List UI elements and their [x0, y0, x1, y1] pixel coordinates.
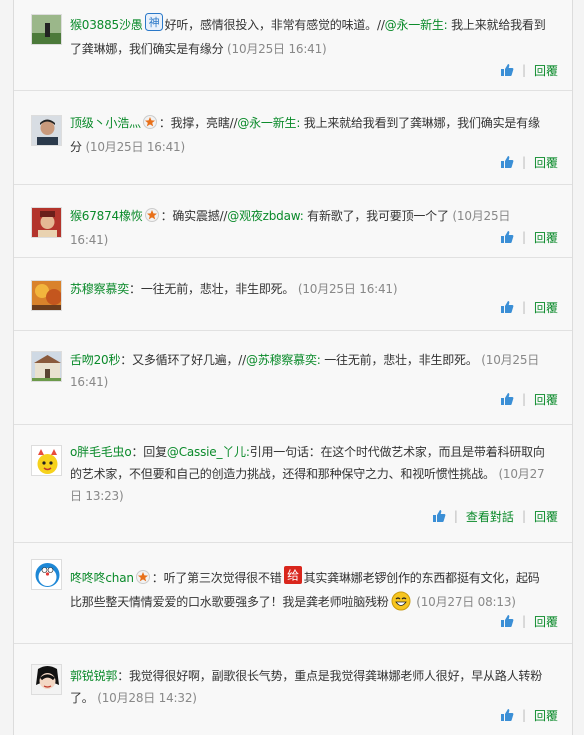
username-link[interactable]: 咚咚咚chan — [70, 571, 134, 585]
comment-text-quoted: 有新歌了，我可要顶一个了 — [303, 209, 449, 223]
avatar[interactable] — [31, 14, 62, 45]
give-badge-icon: 给 — [283, 566, 302, 591]
username-link[interactable]: 苏穆察慕奕 — [70, 282, 129, 296]
like-icon[interactable] — [500, 230, 514, 244]
timestamp: (10月27日 08:13) — [416, 595, 516, 609]
comment-text: 好听，感情很投入，非常有感觉的味道。// — [164, 18, 385, 32]
divider: | — [521, 230, 526, 244]
laugh-emoji-icon — [391, 591, 411, 618]
username-link[interactable]: 舌吻20秒 — [70, 353, 120, 367]
badge-text: 神 — [148, 15, 159, 29]
comment-body: 苏穆察慕奕：一往无前，悲壮，非生即死。 (10月25日 16:41) — [70, 278, 550, 300]
avatar[interactable] — [31, 664, 62, 695]
username-link[interactable]: 郭锐锐郭 — [70, 669, 117, 683]
divider: | — [521, 155, 526, 169]
comment-item: 猴67874橡恢 ：确实震撼//@观夜zbdaw: 有新歌了，我可要顶一个了 (1… — [14, 185, 572, 258]
comment-actions: | 回覆 — [500, 61, 558, 79]
reply-link[interactable]: 回覆 — [534, 508, 558, 525]
comment-actions: | 回覆 — [500, 228, 558, 246]
timestamp: (10月25日 16:41) — [297, 282, 398, 296]
reply-link[interactable]: 回覆 — [534, 391, 558, 408]
reply-link[interactable]: 回覆 — [534, 613, 558, 630]
avatar[interactable] — [31, 559, 62, 590]
avatar[interactable] — [31, 115, 62, 146]
timestamp: (10月28日 14:32) — [97, 691, 197, 705]
comment-item: o胖毛毛虫o：回复@Cassie_丫儿:引用一句话：在这个时代做艺术家，而且是带… — [14, 425, 572, 543]
reply-link[interactable]: 回覆 — [534, 154, 558, 171]
comment-body: o胖毛毛虫o：回复@Cassie_丫儿:引用一句话：在这个时代做艺术家，而且是带… — [70, 441, 550, 507]
comment-item: 猴03885沙愚神好听，感情很投入，非常有感觉的味道。//@永一新生: 我上来就… — [14, 0, 572, 91]
avatar[interactable] — [31, 280, 62, 311]
comment-body: 郭锐锐郭：我觉得很好啊，副歌很长气势，重点是我觉得龚琳娜老师人很好，早从路人转粉… — [70, 665, 550, 709]
like-icon[interactable] — [500, 63, 514, 77]
divider: | — [521, 63, 526, 77]
badge-text: 给 — [287, 569, 299, 583]
reply-link[interactable]: 回覆 — [534, 707, 558, 724]
comment-item: 顶级丶小浩灬 ：我撑，亮瞎//@永一新生: 我上来就给我看到了龚琳娜，我们确实是有… — [14, 91, 572, 185]
avatar[interactable] — [31, 351, 62, 382]
god-badge-icon: 神 — [144, 13, 163, 38]
divider: | — [521, 300, 526, 314]
timestamp: (10月25日 16:41) — [85, 140, 185, 154]
avatar[interactable] — [31, 445, 62, 476]
like-icon[interactable] — [500, 300, 514, 314]
divider: | — [521, 614, 526, 628]
username-link[interactable]: 顶级丶小浩灬 — [70, 116, 141, 130]
mention-link[interactable]: @Cassie_丫儿: — [167, 445, 250, 459]
comment-text: ：回复 — [131, 445, 167, 459]
divider: | — [521, 509, 526, 523]
reply-link[interactable]: 回覆 — [534, 299, 558, 316]
divider: | — [453, 509, 458, 523]
comment-body: 顶级丶小浩灬 ：我撑，亮瞎//@永一新生: 我上来就给我看到了龚琳娜，我们确实是有… — [70, 112, 550, 158]
comment-body: 舌吻20秒：又多循环了好几遍，//@苏穆察慕奕: 一往无前，悲壮，非生即死。 (… — [70, 349, 550, 393]
like-icon[interactable] — [500, 155, 514, 169]
like-icon[interactable] — [500, 708, 514, 722]
username-link[interactable]: o胖毛毛虫o — [70, 445, 132, 459]
comment-text: ：我撑，亮瞎// — [158, 116, 238, 130]
divider: | — [521, 392, 526, 406]
comment-item: 咚咚咚chan ：听了第三次觉得很不错给其实龚琳娜老锣创作的东西都挺有文化，起码比… — [14, 543, 572, 644]
comment-text: ：确实震撼// — [160, 209, 228, 223]
comment-item: 舌吻20秒：又多循环了好几遍，//@苏穆察慕奕: 一往无前，悲壮，非生即死。 (… — [14, 331, 572, 425]
vip-star-icon — [135, 569, 150, 591]
username-link[interactable]: 猴03885沙愚 — [70, 18, 143, 32]
mention-link[interactable]: @永一新生: — [237, 116, 300, 130]
comment-text: ：又多循环了好几遍，// — [120, 353, 246, 367]
comment-text: ：听了第三次觉得很不错 — [151, 571, 282, 585]
comment-actions: | 回覆 — [500, 390, 558, 408]
vip-star-icon — [142, 114, 157, 136]
comment-actions: | 回覆 — [500, 612, 558, 630]
comment-item: 郭锐锐郭：我觉得很好啊，副歌很长气势，重点是我觉得龚琳娜老师人很好，早从路人转粉… — [14, 644, 572, 735]
comment-body: 咚咚咚chan ：听了第三次觉得很不错给其实龚琳娜老锣创作的东西都挺有文化，起码比… — [70, 566, 550, 618]
comment-actions: | 回覆 — [500, 298, 558, 316]
vip-star-icon — [144, 207, 159, 229]
comment-item: 苏穆察慕奕：一往无前，悲壮，非生即死。 (10月25日 16:41) | 回覆 — [14, 258, 572, 331]
reply-link[interactable]: 回覆 — [534, 62, 558, 79]
like-icon[interactable] — [500, 614, 514, 628]
comment-actions: | 回覆 — [500, 706, 558, 724]
comment-actions: | 回覆 — [500, 153, 558, 171]
comment-body: 猴03885沙愚神好听，感情很投入，非常有感觉的味道。//@永一新生: 我上来就… — [70, 13, 550, 60]
comment-actions: | 查看對話 | 回覆 — [432, 507, 558, 525]
comment-text: ：一往无前，悲壮，非生即死。 — [129, 282, 295, 296]
comment-text-quoted: 一往无前，悲壮，非生即死。 — [320, 353, 478, 367]
timestamp: (10月25日 16:41) — [227, 42, 327, 56]
mention-link[interactable]: @苏穆察慕奕: — [246, 353, 321, 367]
like-icon[interactable] — [500, 392, 514, 406]
view-conversation-link[interactable]: 查看對話 — [466, 508, 514, 525]
mention-link[interactable]: @永一新生: — [385, 18, 448, 32]
mention-link[interactable]: @观夜zbdaw: — [227, 209, 303, 223]
username-link[interactable]: 猴67874橡恢 — [70, 209, 143, 223]
comment-list: 猴03885沙愚神好听，感情很投入，非常有感觉的味道。//@永一新生: 我上来就… — [13, 0, 573, 735]
reply-link[interactable]: 回覆 — [534, 229, 558, 246]
comment-body: 猴67874橡恢 ：确实震撼//@观夜zbdaw: 有新歌了，我可要顶一个了 (1… — [70, 205, 550, 251]
divider: | — [521, 708, 526, 722]
avatar[interactable] — [31, 207, 62, 238]
like-icon[interactable] — [432, 509, 446, 523]
